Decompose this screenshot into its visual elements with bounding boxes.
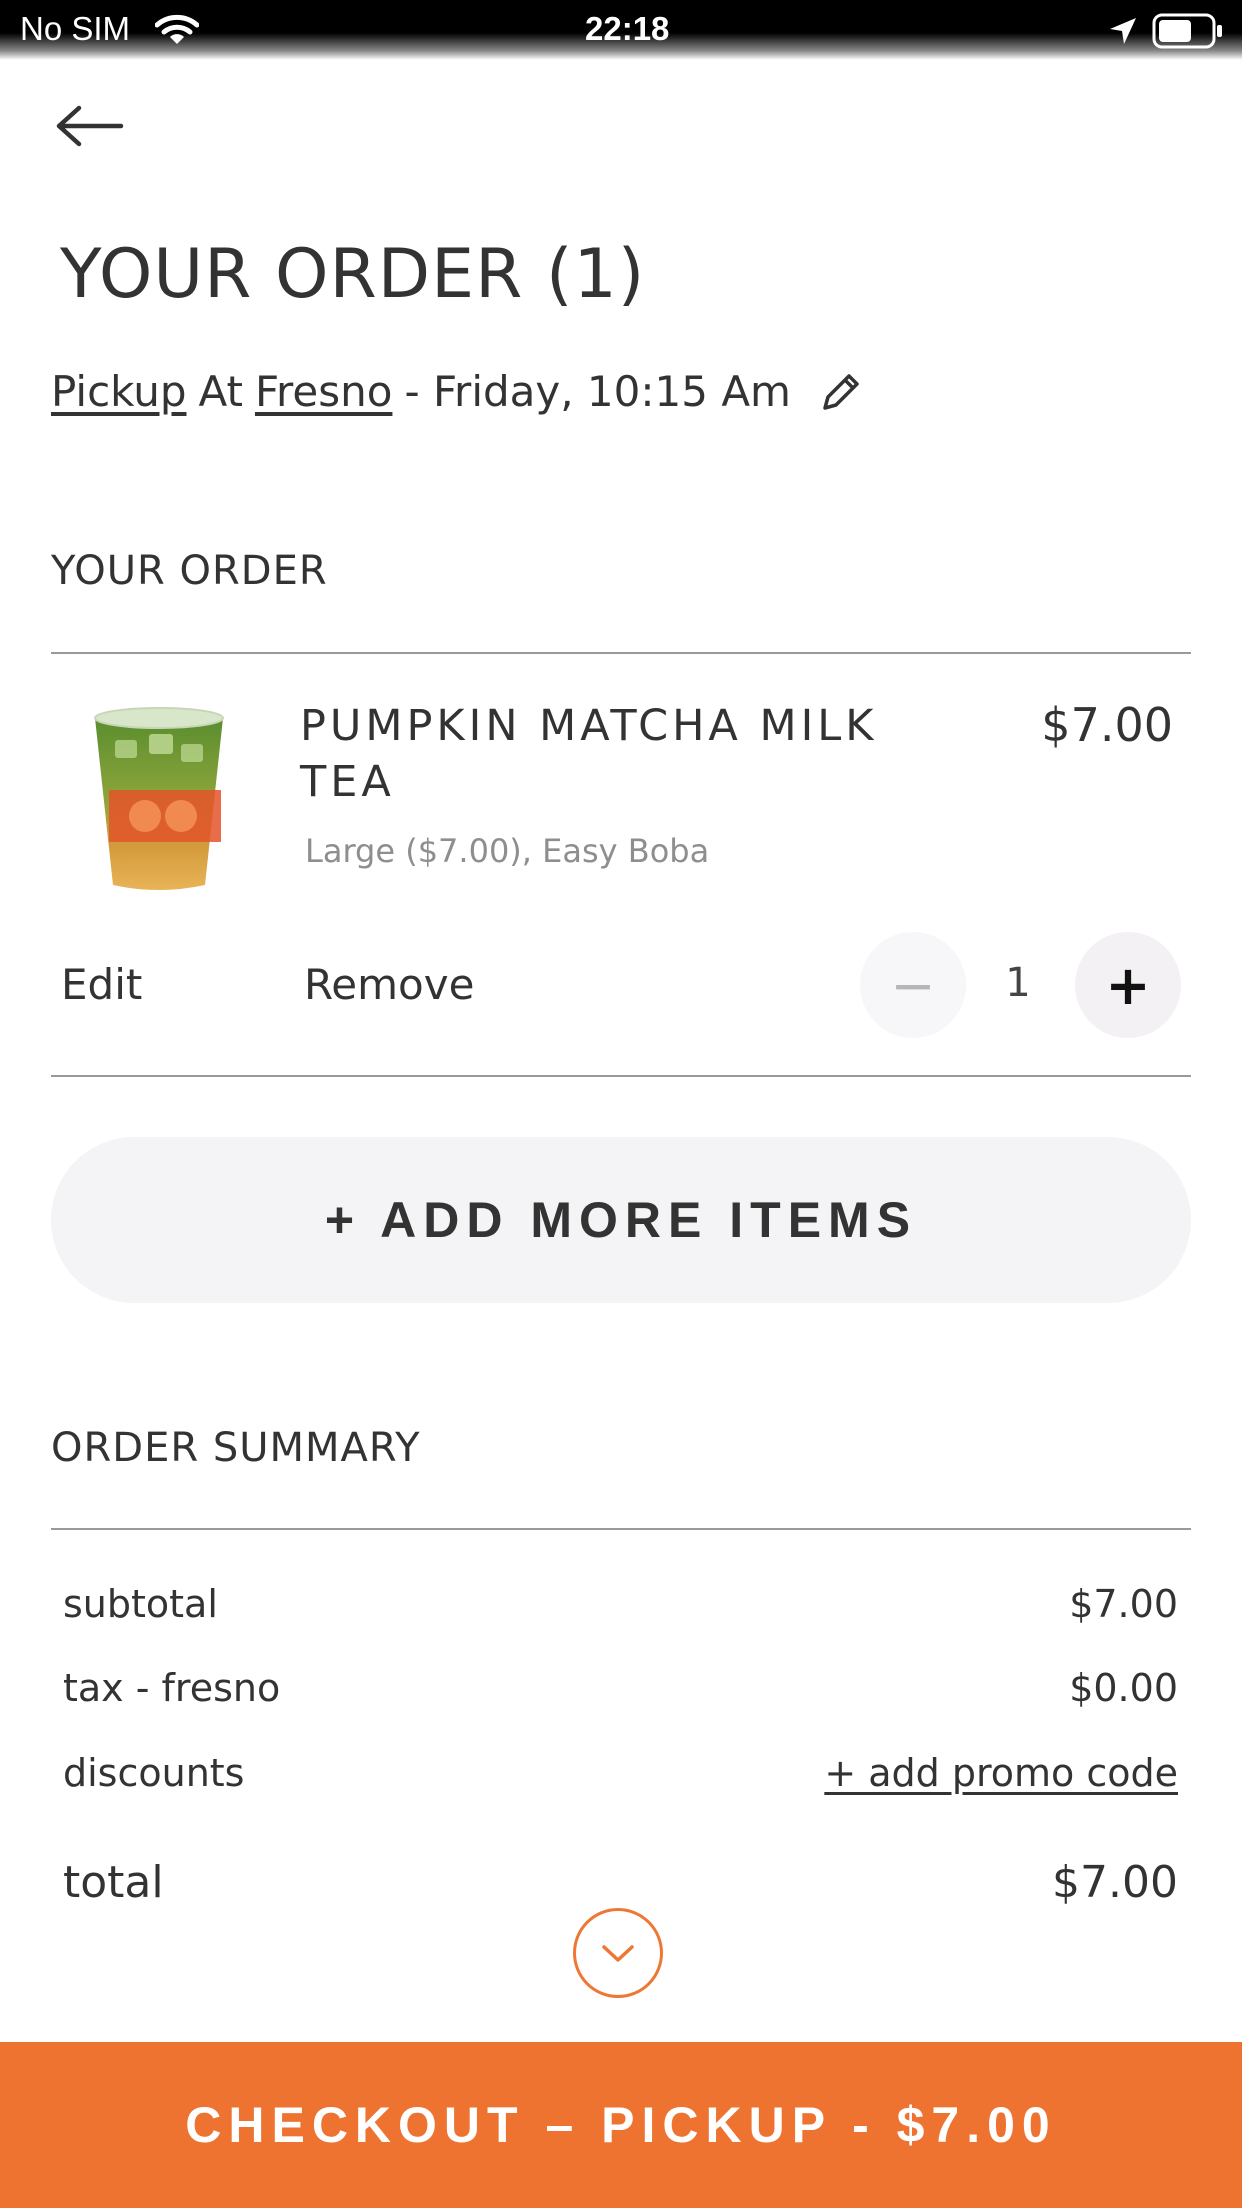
your-order-heading: YOUR ORDER: [51, 548, 328, 594]
divider: [51, 652, 1191, 654]
item-modifiers: Large ($7.00), Easy Boba: [305, 832, 710, 870]
scroll-down-button[interactable]: [573, 1908, 663, 1998]
battery-icon: [1152, 13, 1222, 49]
page-title: YOUR ORDER (1): [60, 235, 646, 314]
pickup-info: Pickup At Fresno - Friday, 10:15 Am: [51, 367, 863, 416]
pickup-mode-link[interactable]: Pickup: [51, 367, 186, 416]
subtotal-value: $7.00: [1069, 1582, 1178, 1626]
divider: [51, 1528, 1191, 1530]
order-summary-heading: ORDER SUMMARY: [51, 1425, 421, 1471]
discounts-row: discounts + add promo code: [63, 1751, 1178, 1795]
total-row: total $7.00: [63, 1857, 1178, 1908]
add-promo-code-link[interactable]: + add promo code: [824, 1751, 1178, 1795]
pencil-icon[interactable]: [819, 370, 863, 414]
clock: 22:18: [585, 10, 670, 47]
increase-quantity-button[interactable]: +: [1075, 932, 1181, 1038]
total-value: $7.00: [1052, 1857, 1178, 1908]
item-name: PUMPKIN MATCHA MILK TEA: [300, 701, 878, 807]
decrease-quantity-button[interactable]: −: [860, 932, 966, 1038]
minus-icon: −: [890, 953, 936, 1017]
quantity-value: 1: [1005, 960, 1031, 1006]
milk-tea-cup-image: [94, 707, 224, 890]
plus-icon: +: [1105, 953, 1151, 1017]
item-price: $7.00: [1041, 698, 1173, 752]
tax-label: tax - fresno: [63, 1666, 281, 1710]
status-bar: No SIM 22:18: [0, 0, 1242, 60]
carrier-label: No SIM: [20, 10, 131, 47]
add-more-items-button[interactable]: + ADD MORE ITEMS: [51, 1137, 1191, 1303]
location-arrow-icon: [1110, 18, 1136, 44]
total-label: total: [63, 1857, 164, 1908]
pickup-at-text: At: [198, 367, 243, 416]
edit-item-button[interactable]: Edit: [61, 960, 142, 1009]
arrow-left-icon[interactable]: [55, 98, 125, 154]
subtotal-label: subtotal: [63, 1582, 218, 1626]
wifi-icon: [155, 14, 199, 44]
remove-item-button[interactable]: Remove: [304, 960, 474, 1009]
chevron-down-icon: [602, 1945, 634, 1962]
tax-value: $0.00: [1069, 1666, 1178, 1710]
tax-row: tax - fresno $0.00: [63, 1666, 1178, 1710]
checkout-button[interactable]: CHECKOUT – PICKUP - $7.00: [0, 2042, 1242, 2208]
subtotal-row: subtotal $7.00: [63, 1582, 1178, 1626]
divider: [51, 1075, 1191, 1077]
discounts-label: discounts: [63, 1751, 245, 1795]
pickup-datetime: - Friday, 10:15 Am: [404, 367, 791, 416]
pickup-location-link[interactable]: Fresno: [255, 367, 392, 416]
